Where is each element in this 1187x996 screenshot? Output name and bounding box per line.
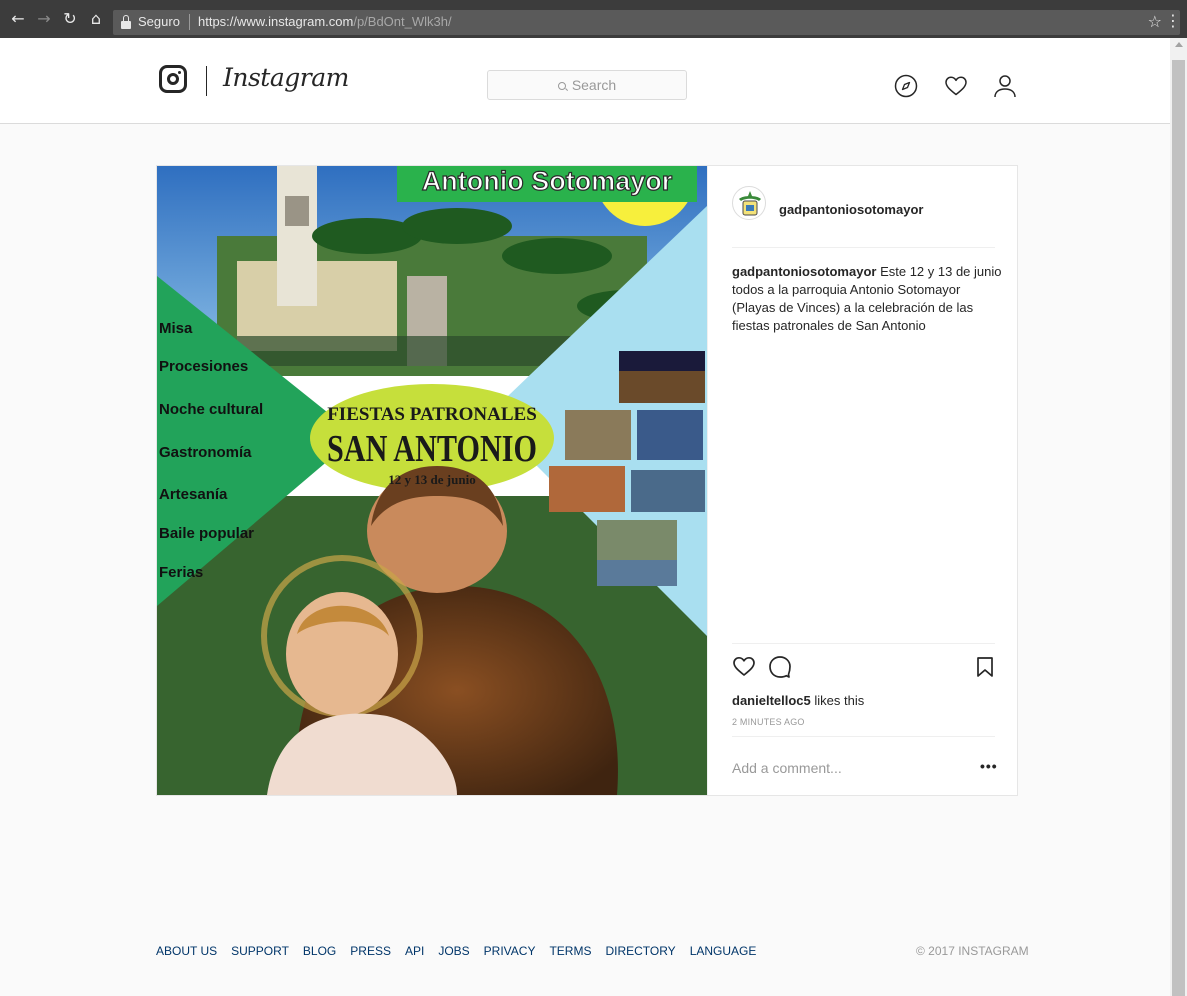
footer-link-about[interactable]: ABOUT US bbox=[156, 944, 217, 958]
instagram-glyph-icon[interactable] bbox=[159, 65, 187, 93]
footer-link-blog[interactable]: BLOG bbox=[303, 944, 336, 958]
caption-username[interactable]: gadpantoniosotomayor bbox=[732, 264, 876, 279]
poster-activity: Noche cultural bbox=[159, 401, 263, 418]
scroll-thumb[interactable] bbox=[1172, 60, 1185, 996]
explore-compass-icon[interactable] bbox=[894, 74, 918, 98]
poster-activity: Artesanía bbox=[159, 486, 228, 503]
more-options-button[interactable]: ••• bbox=[980, 758, 998, 774]
crest-icon bbox=[739, 191, 761, 216]
save-bookmark-icon[interactable] bbox=[976, 656, 994, 678]
poster-title-line2: SAN ANTONIO bbox=[327, 428, 537, 470]
search-icon bbox=[558, 82, 566, 90]
poster-activity: Gastronomía bbox=[159, 444, 252, 461]
footer-link-directory[interactable]: DIRECTORY bbox=[605, 944, 675, 958]
forward-arrow-icon[interactable]: → bbox=[34, 9, 54, 29]
divider bbox=[732, 643, 995, 644]
poster-banner-text: Antonio Sotomayor bbox=[422, 166, 673, 196]
footer-nav: ABOUT US SUPPORT BLOG PRESS API JOBS PRI… bbox=[156, 944, 756, 958]
divider bbox=[732, 736, 995, 737]
poster-activity: Misa bbox=[159, 320, 193, 337]
logo-divider bbox=[206, 66, 207, 96]
poster-dates: 12 y 13 de junio bbox=[388, 472, 475, 487]
activity-heart-icon[interactable] bbox=[944, 74, 968, 98]
profile-user-icon[interactable] bbox=[993, 74, 1017, 98]
footer-link-language[interactable]: LANGUAGE bbox=[690, 944, 757, 958]
copyright-text: © 2017 INSTAGRAM bbox=[916, 944, 1029, 958]
post-card: Antonio Sotomayor FIESTAS PATRONALES SAN… bbox=[156, 165, 1018, 796]
footer-link-support[interactable]: SUPPORT bbox=[231, 944, 289, 958]
home-icon[interactable]: ⌂ bbox=[86, 9, 106, 29]
comment-bubble-icon[interactable] bbox=[768, 655, 792, 679]
add-comment-input[interactable] bbox=[732, 758, 962, 778]
footer-link-jobs[interactable]: JOBS bbox=[438, 944, 469, 958]
post-details-panel: gadpantoniosotomayor gadpantoniosotomayo… bbox=[707, 166, 1018, 795]
search-input[interactable] bbox=[487, 70, 687, 100]
instagram-wordmark[interactable]: Instagram bbox=[223, 63, 349, 92]
footer-link-press[interactable]: PRESS bbox=[350, 944, 391, 958]
poster-activity: Procesiones bbox=[159, 358, 248, 375]
lock-icon bbox=[121, 15, 131, 29]
footer-link-terms[interactable]: TERMS bbox=[549, 944, 591, 958]
poster-activity: Ferias bbox=[159, 564, 203, 581]
poster-activity: Baile popular bbox=[159, 525, 254, 542]
scroll-up-arrow-icon[interactable] bbox=[1175, 42, 1183, 47]
post-image[interactable]: Antonio Sotomayor FIESTAS PATRONALES SAN… bbox=[157, 166, 707, 795]
browser-menu-icon[interactable]: ⋮ bbox=[1165, 11, 1181, 30]
reload-icon[interactable]: ↻ bbox=[60, 9, 80, 29]
instagram-header: Instagram bbox=[0, 38, 1170, 124]
post-caption: gadpantoniosotomayor Este 12 y 13 de jun… bbox=[732, 263, 1002, 335]
footer-link-privacy[interactable]: PRIVACY bbox=[484, 944, 536, 958]
bookmark-star-icon[interactable]: ☆ bbox=[1148, 12, 1162, 31]
url-text[interactable]: https://www.instagram.com/p/BdOnt_Wlk3h/ bbox=[198, 14, 452, 29]
address-separator bbox=[189, 14, 190, 30]
likes-text: danieltelloc5 likes this bbox=[732, 693, 864, 708]
likes-suffix: likes this bbox=[810, 693, 865, 708]
address-bar[interactable]: Seguro https://www.instagram.com/p/BdOnt… bbox=[113, 10, 1180, 35]
like-heart-icon[interactable] bbox=[732, 655, 756, 677]
avatar[interactable] bbox=[732, 186, 766, 220]
secure-label: Seguro bbox=[138, 14, 180, 29]
divider bbox=[732, 247, 995, 248]
poster-title-line1: FIESTAS PATRONALES bbox=[327, 404, 537, 425]
post-timestamp[interactable]: 2 MINUTES AGO bbox=[732, 717, 805, 727]
scrollbar[interactable] bbox=[1170, 38, 1187, 996]
browser-toolbar: ← → ↻ ⌂ Seguro https://www.instagram.com… bbox=[0, 0, 1187, 38]
event-poster: Antonio Sotomayor FIESTAS PATRONALES SAN… bbox=[157, 166, 707, 795]
back-arrow-icon[interactable]: ← bbox=[8, 9, 28, 29]
footer-link-api[interactable]: API bbox=[405, 944, 424, 958]
post-username[interactable]: gadpantoniosotomayor bbox=[779, 202, 923, 217]
likes-username[interactable]: danieltelloc5 bbox=[732, 693, 811, 708]
